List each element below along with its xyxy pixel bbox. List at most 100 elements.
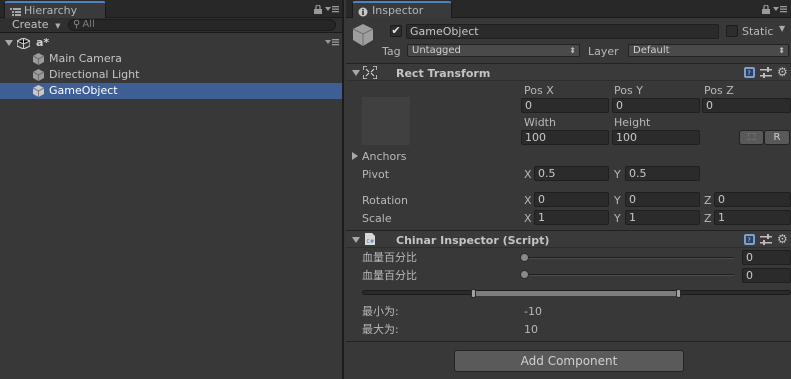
layer-label: Layer (588, 45, 619, 58)
scale-y-field[interactable]: 1 (625, 210, 700, 225)
posy-label: Pos Y (614, 84, 643, 97)
height-field[interactable]: 100 (612, 130, 700, 145)
active-checkbox[interactable]: ✔ (390, 25, 402, 37)
hierarchy-item-main-camera[interactable]: Main Camera (0, 51, 342, 67)
scene-row[interactable]: a* (0, 35, 342, 51)
minmax-slider-max-handle[interactable] (676, 289, 682, 298)
hierarchy-item-label: GameObject (49, 84, 118, 97)
preset-sliders-icon[interactable] (760, 67, 772, 81)
search-placeholder: All (82, 19, 95, 30)
pivot-y-label: Y (614, 168, 621, 181)
rect-transform-header[interactable]: Rect Transform ? ⚙ (346, 63, 791, 81)
rotation-y-label: Y (614, 194, 621, 207)
divider (346, 341, 791, 342)
posz-field[interactable]: 0 (702, 98, 791, 113)
lock-icon[interactable] (762, 4, 770, 17)
info-icon (358, 6, 368, 21)
chevron-down-icon: ▼ (55, 22, 61, 30)
slider1-track[interactable] (524, 257, 734, 259)
svg-text:C#: C# (367, 239, 375, 245)
help-book-icon[interactable]: ? (744, 67, 755, 81)
collapse-arrow-icon[interactable] (352, 70, 360, 76)
rotation-x-field[interactable]: 0 (534, 192, 609, 207)
raw-edit-label: R (773, 132, 781, 143)
posx-field[interactable]: 0 (521, 98, 609, 113)
posz-label: Pos Z (704, 84, 734, 97)
pivot-label: Pivot (362, 168, 390, 181)
posy-field[interactable]: 0 (612, 98, 700, 113)
hierarchy-panel: Hierarchy Create ▼ ⚲ All a* Main Camera … (0, 0, 344, 379)
scale-x-field[interactable]: 1 (534, 210, 609, 225)
search-input[interactable]: ⚲ All (68, 19, 336, 31)
posx-label: Pos X (524, 84, 554, 97)
tag-value: Untagged (412, 45, 461, 56)
rotation-z-field[interactable]: 0 (714, 192, 791, 207)
expand-arrow-icon[interactable] (5, 40, 13, 46)
slider1-value-field[interactable]: 0 (742, 250, 791, 265)
help-book-icon[interactable]: ? (744, 234, 755, 248)
updown-arrow-icon: ⬍ (569, 46, 576, 55)
updown-arrow-icon: ⬍ (778, 46, 785, 55)
scale-z-field[interactable]: 1 (714, 210, 791, 225)
hierarchy-toolbar: Create ▼ ⚲ All (0, 18, 342, 33)
create-button[interactable]: Create ▼ (12, 18, 60, 32)
svg-text:?: ? (748, 237, 751, 244)
min-label: 最小为: (362, 305, 399, 318)
preset-sliders-icon[interactable] (760, 234, 772, 248)
static-checkbox[interactable] (726, 25, 738, 37)
slider2-handle[interactable] (520, 270, 529, 279)
pivot-x-field[interactable]: 0.5 (534, 166, 609, 181)
inspector-panel: Inspector ✔ GameObject Static ▼ Tag Unta… (346, 0, 791, 379)
scene-name: a* (36, 36, 50, 49)
tab-inspector[interactable]: Inspector (352, 1, 452, 18)
pivot-y-field[interactable]: 0.5 (625, 166, 700, 181)
layer-dropdown[interactable]: Default ⬍ (628, 44, 789, 57)
chinar-inspector-header[interactable]: C# Chinar Inspector (Script) ? ⚙ (346, 230, 791, 248)
width-field[interactable]: 100 (521, 130, 609, 145)
inspector-tab-bar: Inspector (346, 0, 791, 18)
height-label: Height (614, 116, 651, 129)
max-value: 10 (524, 323, 538, 336)
tab-hierarchy[interactable]: Hierarchy (4, 1, 106, 18)
scale-y-label: Y (614, 212, 621, 225)
anchors-expand-icon[interactable] (352, 152, 358, 160)
pivot-x-label: X (524, 168, 532, 181)
static-dropdown-arrow-icon[interactable]: ▼ (779, 24, 785, 33)
blueprint-mode-button[interactable]: ⬚ (739, 130, 764, 145)
add-component-button[interactable]: Add Component (454, 350, 684, 372)
gameobject-large-icon (352, 24, 374, 49)
anchors-label[interactable]: Anchors (362, 150, 407, 163)
raw-edit-button[interactable]: R (764, 130, 790, 145)
slider2-value-field[interactable]: 0 (742, 268, 791, 283)
static-label: Static (742, 25, 774, 38)
tag-dropdown[interactable]: Untagged ⬍ (407, 44, 580, 57)
hierarchy-item-directional-light[interactable]: Directional Light (0, 67, 342, 83)
anchor-presets-button[interactable] (362, 97, 410, 145)
rotation-y-field[interactable]: 0 (625, 192, 700, 207)
width-label: Width (524, 116, 556, 129)
minmax-slider-range[interactable] (473, 291, 680, 296)
minmax-slider-min-handle[interactable] (470, 289, 476, 298)
lock-icon[interactable] (314, 4, 322, 17)
panel-menu-icon[interactable] (773, 5, 787, 16)
script-title: Chinar Inspector (Script) (396, 234, 550, 247)
collapse-arrow-icon[interactable] (352, 237, 360, 243)
gear-icon[interactable]: ⚙ (777, 66, 788, 78)
rotation-x-label: X (524, 194, 532, 207)
gameobject-cube-icon (32, 69, 45, 81)
object-name-field[interactable]: GameObject (406, 24, 719, 39)
hierarchy-tab-bar: Hierarchy (0, 0, 342, 18)
gameobject-cube-icon (32, 85, 45, 97)
hierarchy-tab-label: Hierarchy (24, 4, 78, 17)
scale-x-label: X (524, 212, 532, 225)
max-label: 最大为: (362, 323, 399, 336)
hierarchy-item-gameobject[interactable]: GameObject (0, 83, 342, 99)
gear-icon[interactable]: ⚙ (777, 233, 788, 245)
slider2-track[interactable] (524, 274, 734, 276)
search-icon: ⚲ (73, 19, 81, 30)
scene-menu-icon[interactable] (325, 38, 339, 49)
scale-label: Scale (362, 212, 392, 225)
svg-text:?: ? (748, 70, 751, 77)
panel-menu-icon[interactable] (325, 5, 339, 16)
slider1-handle[interactable] (520, 253, 529, 262)
